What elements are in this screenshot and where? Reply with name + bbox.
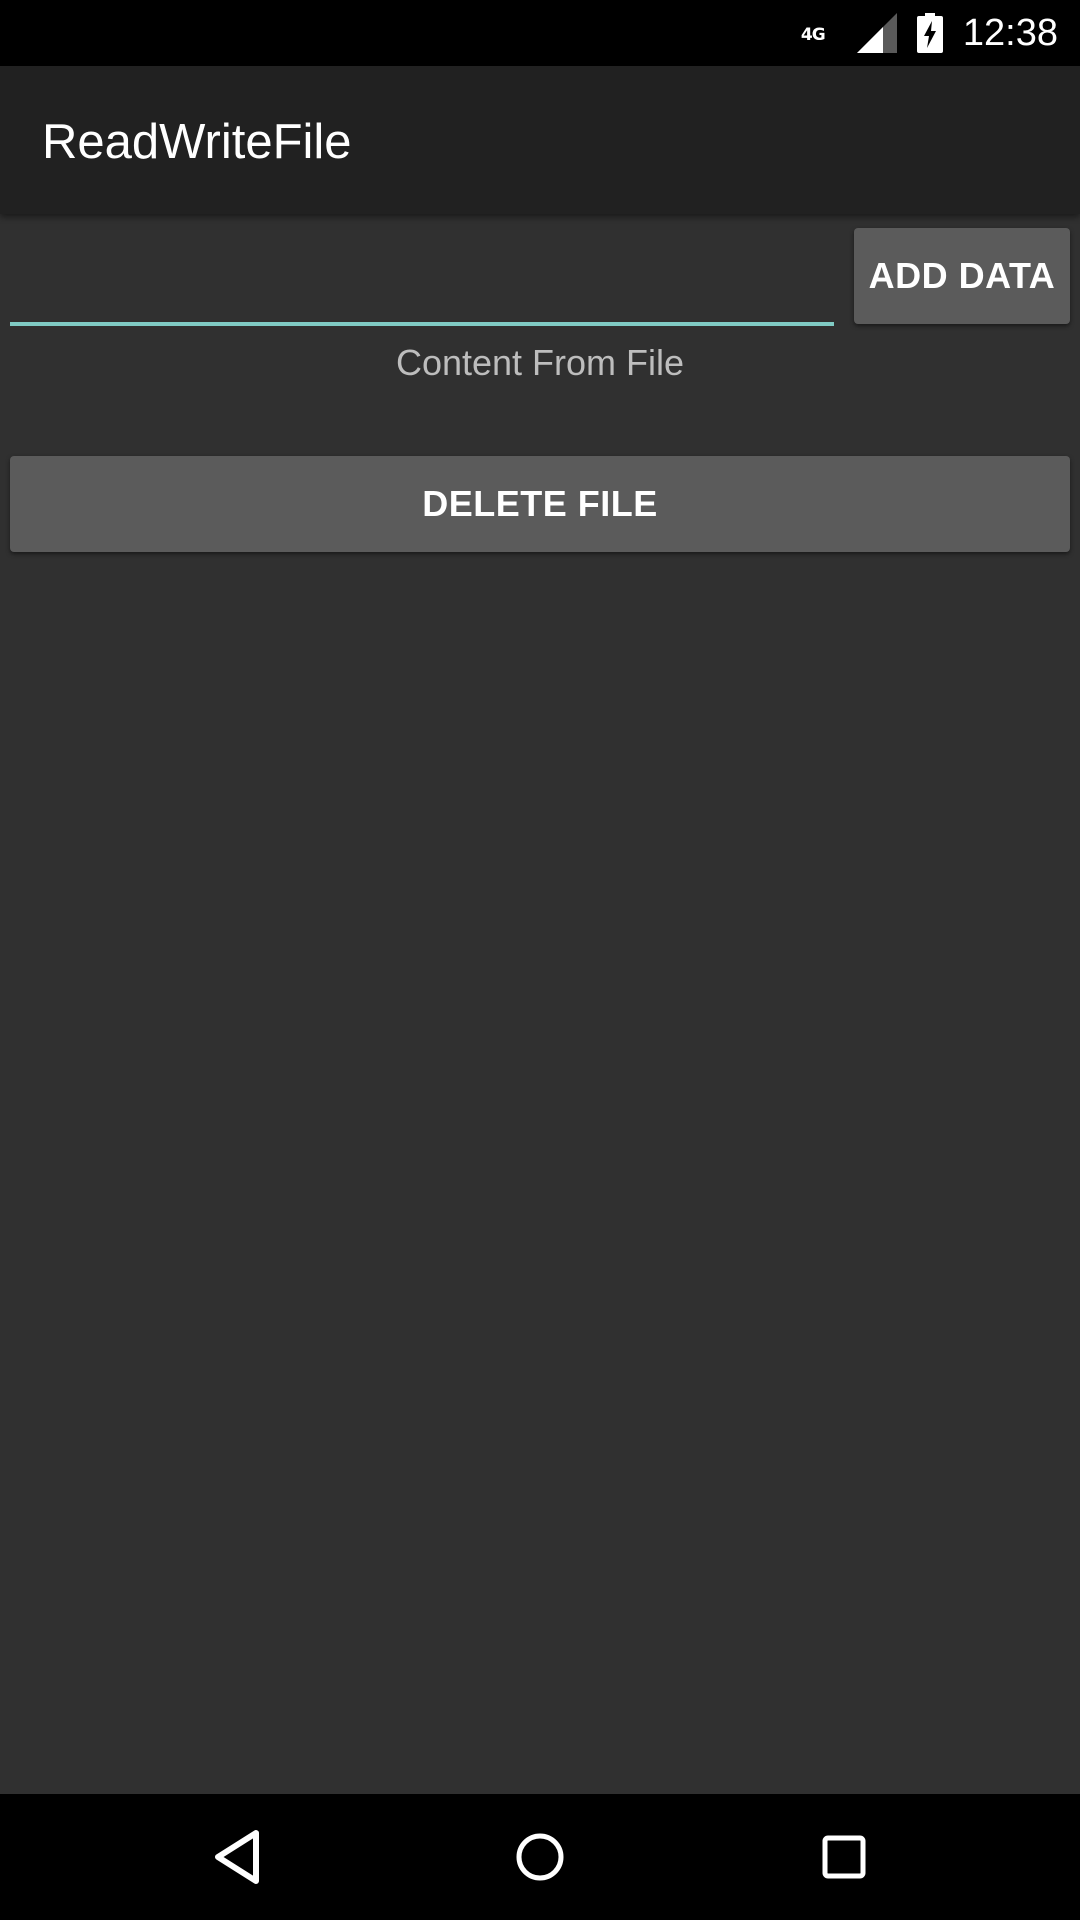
recents-icon[interactable] <box>804 1817 884 1897</box>
app-title: ReadWriteFile <box>42 115 352 169</box>
main-content: ADD DATA Content From File DELETE FILE <box>0 214 1080 1794</box>
data-input[interactable] <box>10 228 834 326</box>
file-content-text: Content From File <box>395 342 685 383</box>
signal-icon: 4G <box>801 13 897 53</box>
screen: 4G 12:38 ReadWriteFile ADD DATA Content … <box>0 0 1080 1920</box>
navigation-bar <box>0 1794 1080 1920</box>
status-icons: 4G 12:38 <box>801 0 1058 66</box>
status-time: 12:38 <box>962 11 1058 54</box>
status-bar: 4G 12:38 <box>0 0 1080 66</box>
delete-file-button[interactable]: DELETE FILE <box>10 456 1070 552</box>
network-type-label: 4G <box>800 25 826 45</box>
add-data-button[interactable]: ADD DATA <box>854 228 1070 324</box>
battery-charging-icon <box>916 13 943 53</box>
home-icon[interactable] <box>500 1817 580 1897</box>
back-icon[interactable] <box>197 1817 277 1897</box>
app-bar: ReadWriteFile <box>0 66 1080 214</box>
